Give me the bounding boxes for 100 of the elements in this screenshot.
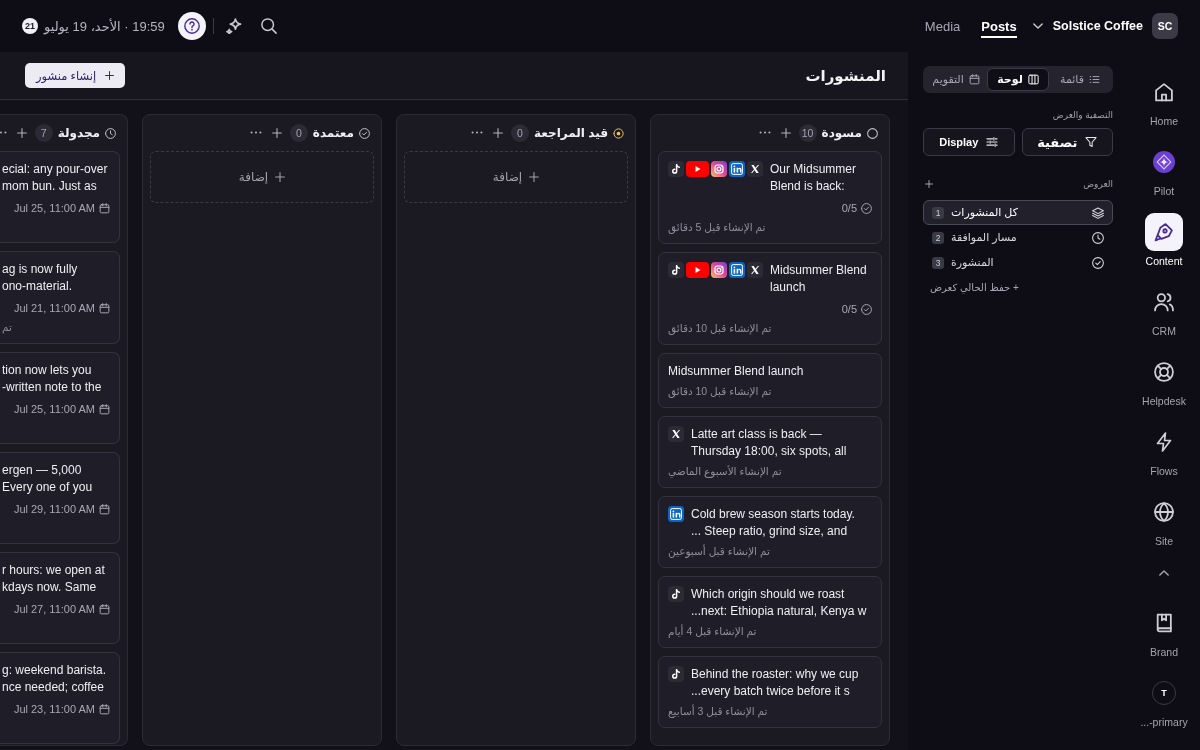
post-title: Cold brew season starts today. ... Steep ratio, grind size, and: [691, 506, 855, 540]
more-icon[interactable]: [758, 131, 771, 135]
count-badge: 1: [932, 206, 944, 219]
help-icon: [183, 18, 200, 34]
instagram-icon: [711, 161, 727, 177]
save-view-link[interactable]: + حفظ الحالي كعرض: [930, 281, 1019, 294]
created-time: تم الإنشاء قبل 10 دقائق: [668, 384, 772, 399]
post-title: ergen — 5,000 Every one of you: [2, 462, 93, 496]
created-time: تم الإنشاء قبل 4 أيام: [668, 623, 757, 639]
plus-icon[interactable]: [16, 128, 27, 138]
created-time: تم الإنشاء قبل أسبوعين: [668, 543, 770, 559]
created-time: تم الإنشاء قبل 3 أسابيع: [668, 703, 768, 719]
more-icon[interactable]: [0, 131, 7, 135]
display-button[interactable]: Display: [923, 128, 1015, 156]
nav-item[interactable]: Helpdesk: [1142, 353, 1186, 408]
sliders-icon: [986, 136, 999, 148]
view-tab[interactable]: لوحة: [987, 68, 1049, 91]
nav-tab[interactable]: Media: [924, 14, 961, 38]
date-time: 19:59 · الأحد، 19 يوليو: [44, 18, 165, 34]
chevron-up-icon[interactable]: [1159, 570, 1169, 576]
view-tab[interactable]: قائمة: [1049, 68, 1111, 91]
filter-icon: [1085, 136, 1098, 148]
scheduled-date: Jul 25, 11:00 AM: [13, 202, 95, 214]
calendar-icon: [968, 74, 980, 85]
post-card[interactable]: ergen — 5,000 Every one of you Jul 29, 11:00 AM: [0, 452, 120, 544]
x-logo-icon: [747, 262, 763, 278]
plus-icon[interactable]: [925, 180, 933, 188]
count-badge: 2: [932, 231, 944, 244]
plus-icon: [105, 71, 115, 80]
tiktok-icon: [668, 262, 684, 278]
chevron-down-icon: [1032, 23, 1043, 29]
post-title: Latte art class is back — Thursday 18:00, six spots, all: [691, 426, 847, 460]
section-heading: التصفية والعرض: [1052, 109, 1113, 121]
nav-item[interactable]: Flows: [1145, 423, 1183, 478]
nav-item[interactable]: Home: [1145, 73, 1183, 128]
x-logo-icon: [668, 426, 684, 442]
add-card-button[interactable]: إضافة: [150, 151, 374, 203]
create-post-button[interactable]: إنشاء منشور: [25, 63, 126, 88]
more-icon[interactable]: [471, 131, 484, 135]
calendar-icon: [99, 503, 110, 515]
created-time: تم الإنشاء الأسبوع الماضي: [668, 464, 782, 479]
home-icon: [1154, 82, 1174, 102]
post-card[interactable]: tion now lets you -written note to the Jul 25, 11:00 AM: [0, 352, 120, 444]
sparkle-icon[interactable]: [225, 18, 242, 34]
nav-item[interactable]: Content: [1145, 213, 1183, 268]
avatar[interactable]: SC: [1152, 13, 1178, 39]
youtube-icon: [686, 262, 709, 278]
count-badge: 3: [932, 256, 944, 269]
workspace-item[interactable]: T ...-primary: [1140, 674, 1188, 729]
column-title: مجدولة: [57, 126, 100, 140]
post-card[interactable]: g: weekend barista. nce needed; coffee Jul 23, 11:00 AM: [0, 652, 120, 744]
filter-button[interactable]: تصفية: [1021, 128, 1113, 156]
help-button[interactable]: [177, 12, 206, 40]
count-badge[interactable]: 21: [22, 18, 38, 34]
post-title: tion now lets you -written note to the: [2, 362, 102, 396]
calendar-icon: [99, 302, 110, 314]
more-icon[interactable]: [249, 131, 262, 135]
post-card[interactable]: r hours: we open at kdays now. Same Jul 27, 11:00 AM: [0, 552, 120, 644]
column-title: قيد المراجعة: [534, 126, 608, 140]
created-time: تم الإنشاء قبل 10 دقائق: [668, 321, 772, 336]
post-title: Midsummer Blend launch: [770, 262, 867, 296]
scheduled-date: Jul 29, 11:00 AM: [13, 503, 95, 515]
count-badge: 0: [289, 124, 308, 142]
tiktok-icon: [668, 161, 684, 177]
view-tab[interactable]: التقويم: [925, 68, 987, 91]
nav-item[interactable]: Pilot: [1145, 143, 1183, 198]
scheduled-date: Jul 23, 11:00 AM: [13, 703, 95, 715]
linkedin-icon: [729, 262, 745, 278]
tiktok-icon: [668, 586, 684, 602]
nav-item[interactable]: Brand: [1145, 604, 1183, 659]
post-card[interactable]: ecial: any pour-over mom bun. Just as Jul 25, 11:00 AM: [0, 151, 120, 243]
nav-tab[interactable]: Posts: [981, 14, 1017, 38]
search-icon[interactable]: [260, 18, 277, 34]
column-title: مسودة: [821, 126, 862, 140]
post-title: ag is now fully ono-material.: [2, 261, 78, 295]
post-title: Which origin should we roast ...next: Ethiopia natural, Kenya w: [691, 586, 867, 620]
calendar-icon: [99, 703, 110, 715]
workspace-switcher[interactable]: Solstice Coffee: [1032, 19, 1143, 33]
column-title: معتمدة: [312, 126, 354, 140]
post-title: g: weekend barista. nce needed; coffee: [2, 662, 107, 696]
post-title: Midsummer Blend launch: [668, 363, 804, 380]
section-heading: العروض: [1083, 178, 1113, 190]
tiktok-icon: [668, 666, 684, 682]
linkedin-icon: [729, 161, 745, 177]
plus-icon: [275, 172, 286, 182]
plus-icon[interactable]: [493, 128, 504, 138]
plus-icon[interactable]: [780, 128, 791, 138]
lifebuoy-icon: [1154, 362, 1174, 382]
check-circle-icon: [861, 303, 872, 315]
add-card-button[interactable]: إضافة: [404, 151, 628, 203]
nav-item[interactable]: Site: [1145, 493, 1183, 548]
nav-item[interactable]: CRM: [1145, 283, 1183, 338]
created-time: تم الإنشاء قبل 5 دقائق: [668, 220, 766, 235]
youtube-icon: [686, 161, 709, 177]
page-title: المنشورات: [805, 66, 886, 85]
plus-icon[interactable]: [271, 128, 282, 138]
instagram-icon: [711, 262, 727, 278]
created-time: تم: [2, 320, 12, 335]
list-icon: [1088, 74, 1100, 85]
post-title: r hours: we open at kdays now. Same: [2, 562, 105, 596]
